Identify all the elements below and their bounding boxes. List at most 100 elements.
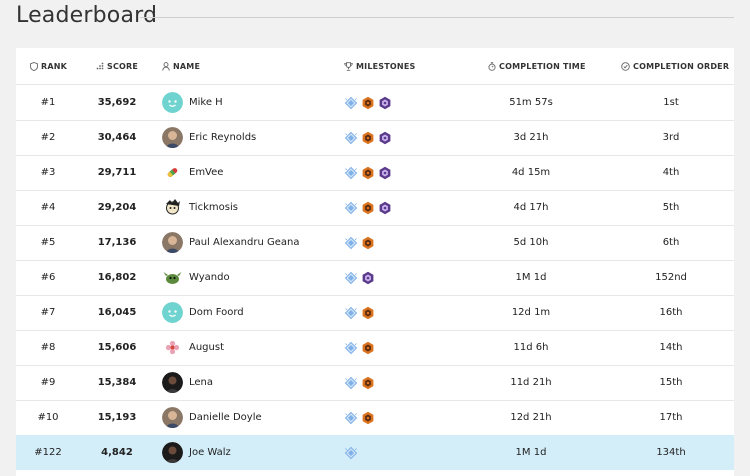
- score-value: 29,204: [97, 202, 137, 213]
- player-cell[interactable]: August: [162, 330, 342, 365]
- player-cell[interactable]: Danielle Doyle: [162, 400, 342, 435]
- completion-time-value: 11d 21h: [510, 377, 552, 388]
- column-header-completion-time[interactable]: COMPLETION TIME: [488, 48, 586, 84]
- diamond-badge-icon[interactable]: [344, 166, 358, 180]
- player-name[interactable]: EmVee: [189, 167, 223, 178]
- orange-hexagon-badge-icon[interactable]: [361, 306, 375, 320]
- completion-order-value: 16th: [659, 307, 683, 318]
- milestones-cell: [344, 435, 464, 470]
- player-cell[interactable]: Tickmosis: [162, 190, 342, 225]
- table-row[interactable]: #7 16,045 Dom Foord 12d 1m 16th: [16, 295, 734, 331]
- page-header: Leaderboard: [16, 0, 734, 34]
- diamond-badge-icon[interactable]: [344, 96, 358, 110]
- column-header-completion-order[interactable]: COMPLETION ORDER: [621, 48, 729, 84]
- score-value: 15,193: [97, 412, 137, 423]
- shield-icon: [30, 61, 38, 71]
- table-row[interactable]: #5 17,136 Paul Alexandru Geana 5d 10h 6th: [16, 225, 734, 261]
- completion-time-value: 51m 57s: [509, 97, 553, 108]
- player-name[interactable]: Mike H: [189, 97, 223, 108]
- purple-hexagon-badge-icon[interactable]: [378, 131, 392, 145]
- column-header-score[interactable]: SCORE: [96, 48, 138, 84]
- player-name[interactable]: Wyando: [189, 272, 230, 283]
- player-name[interactable]: Tickmosis: [189, 202, 238, 213]
- person-icon: [162, 61, 170, 71]
- table-header: RANK SCORE NAME MILESTONES COMPLETION TI…: [16, 48, 734, 85]
- player-name[interactable]: Joe Walz: [189, 447, 231, 458]
- milestones-cell: [344, 155, 464, 190]
- diamond-badge-icon[interactable]: [344, 201, 358, 215]
- milestones-cell: [344, 190, 464, 225]
- score-value: 30,464: [97, 132, 137, 143]
- orange-hexagon-badge-icon[interactable]: [361, 131, 375, 145]
- player-name[interactable]: Lena: [189, 377, 213, 388]
- player-cell[interactable]: Joe Walz: [162, 435, 342, 470]
- player-cell[interactable]: Mike H: [162, 85, 342, 120]
- player-cell[interactable]: Paul Alexandru Geana: [162, 225, 342, 260]
- player-name[interactable]: Eric Reynolds: [189, 132, 256, 143]
- table-row[interactable]: #3 29,711 EmVee 4d 15m 4th: [16, 155, 734, 191]
- diamond-badge-icon[interactable]: [344, 446, 358, 460]
- purple-hexagon-badge-icon[interactable]: [361, 271, 375, 285]
- rank-value: #1: [40, 97, 56, 108]
- purple-hexagon-badge-icon[interactable]: [378, 201, 392, 215]
- score-value: 29,711: [97, 167, 137, 178]
- completion-time-value: 1M 1d: [515, 272, 547, 283]
- column-header-name[interactable]: NAME: [162, 48, 200, 84]
- trophy-icon: [344, 61, 353, 71]
- player-name[interactable]: August: [189, 342, 224, 353]
- score-value: 17,136: [97, 237, 137, 248]
- player-cell[interactable]: EmVee: [162, 155, 342, 190]
- table-row[interactable]: #10 15,193 Danielle Doyle 12d 21h 17th: [16, 400, 734, 436]
- milestones-cell: [344, 295, 464, 330]
- diamond-badge-icon[interactable]: [344, 131, 358, 145]
- diamond-badge-icon[interactable]: [344, 306, 358, 320]
- column-header-milestones-label: MILESTONES: [356, 61, 416, 71]
- diamond-badge-icon[interactable]: [344, 271, 358, 285]
- table-row[interactable]: #2 30,464 Eric Reynolds 3d 21h 3rd: [16, 120, 734, 156]
- column-header-milestones[interactable]: MILESTONES: [344, 48, 415, 84]
- player-cell[interactable]: Wyando: [162, 260, 342, 295]
- player-name[interactable]: Paul Alexandru Geana: [189, 237, 299, 248]
- rank-value: #9: [40, 377, 56, 388]
- table-row[interactable]: #1 35,692 Mike H 51m 57s 1st: [16, 85, 734, 121]
- orange-hexagon-badge-icon[interactable]: [361, 236, 375, 250]
- player-cell[interactable]: Lena: [162, 365, 342, 400]
- rank-value: #3: [40, 167, 56, 178]
- table-row[interactable]: #6 16,802 Wyando 1M 1d 152nd: [16, 260, 734, 296]
- table-row[interactable]: #8 15,606 August 11d 6h 14th: [16, 330, 734, 366]
- column-header-rank[interactable]: RANK: [30, 48, 67, 84]
- player-name[interactable]: Danielle Doyle: [189, 412, 262, 423]
- completion-time-value: 5d 10h: [513, 237, 549, 248]
- diamond-badge-icon[interactable]: [344, 411, 358, 425]
- player-cell[interactable]: Eric Reynolds: [162, 120, 342, 155]
- rank-value: #2: [40, 132, 56, 143]
- player-cell[interactable]: Dom Foord: [162, 295, 342, 330]
- photo-avatar: [162, 232, 183, 253]
- diamond-badge-icon[interactable]: [344, 376, 358, 390]
- rank-value: #122: [34, 447, 62, 458]
- column-header-completion-order-label: COMPLETION ORDER: [633, 61, 730, 71]
- photo-avatar: [162, 127, 183, 148]
- orange-hexagon-badge-icon[interactable]: [361, 201, 375, 215]
- orange-hexagon-badge-icon[interactable]: [361, 166, 375, 180]
- header-divider: [140, 17, 734, 18]
- teal-smiley-avatar: [162, 302, 183, 323]
- purple-hexagon-badge-icon[interactable]: [378, 96, 392, 110]
- purple-hexagon-badge-icon[interactable]: [378, 166, 392, 180]
- completion-time-value: 12d 21h: [510, 412, 552, 423]
- table-row[interactable]: #9 15,384 Lena 11d 21h 15th: [16, 365, 734, 401]
- diamond-badge-icon[interactable]: [344, 236, 358, 250]
- score-value: 4,842: [101, 447, 133, 458]
- orange-hexagon-badge-icon[interactable]: [361, 96, 375, 110]
- orange-hexagon-badge-icon[interactable]: [361, 411, 375, 425]
- completion-time-value: 4d 17h: [513, 202, 549, 213]
- diamond-badge-icon[interactable]: [344, 341, 358, 355]
- rank-value: #7: [40, 307, 56, 318]
- completion-order-value: 6th: [662, 237, 680, 248]
- table-row-current-user[interactable]: #122 4,842 Joe Walz 1M 1d 134th: [16, 435, 734, 470]
- orange-hexagon-badge-icon[interactable]: [361, 376, 375, 390]
- score-value: 35,692: [97, 97, 137, 108]
- table-row[interactable]: #4 29,204 Tickmosis 4d 17h 5th: [16, 190, 734, 226]
- orange-hexagon-badge-icon[interactable]: [361, 341, 375, 355]
- player-name[interactable]: Dom Foord: [189, 307, 244, 318]
